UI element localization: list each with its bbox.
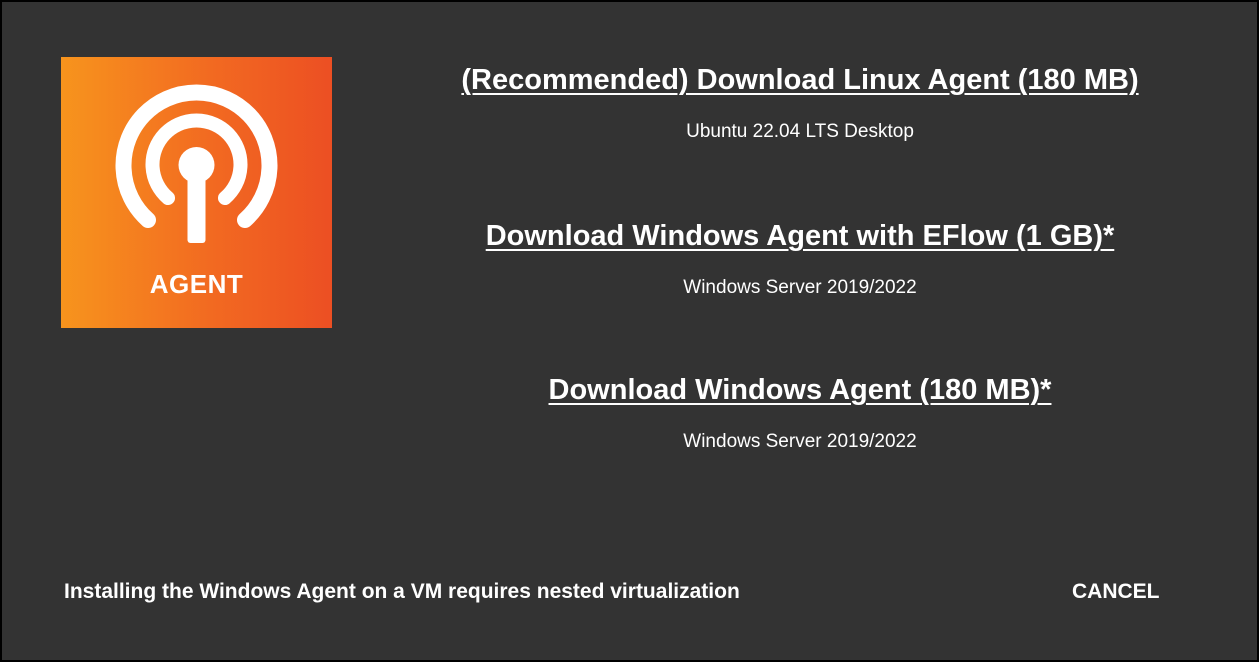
download-windows-agent-link[interactable]: Download Windows Agent (180 MB)*: [549, 374, 1052, 407]
option-windows-agent: Download Windows Agent (180 MB)* Windows…: [342, 374, 1258, 453]
agent-logo: AGENT: [61, 57, 332, 328]
download-windows-eflow-agent-link[interactable]: Download Windows Agent with EFlow (1 GB)…: [486, 220, 1115, 253]
logo-label: AGENT: [149, 269, 244, 299]
download-linux-agent-link[interactable]: (Recommended) Download Linux Agent (180 …: [461, 64, 1138, 97]
option-linux-agent: (Recommended) Download Linux Agent (180 …: [342, 64, 1258, 143]
linux-agent-os-label: Ubuntu 22.04 LTS Desktop: [686, 121, 914, 142]
nested-virtualization-note: Installing the Windows Agent on a VM req…: [64, 580, 740, 603]
windows-eflow-agent-os-label: Windows Server 2019/2022: [683, 277, 917, 298]
download-agent-dialog: AGENT (Recommended) Download Linux Agent…: [0, 0, 1259, 662]
windows-agent-os-label: Windows Server 2019/2022: [683, 431, 917, 452]
cancel-button[interactable]: CANCEL: [1064, 578, 1168, 606]
option-windows-eflow-agent: Download Windows Agent with EFlow (1 GB)…: [342, 220, 1258, 299]
